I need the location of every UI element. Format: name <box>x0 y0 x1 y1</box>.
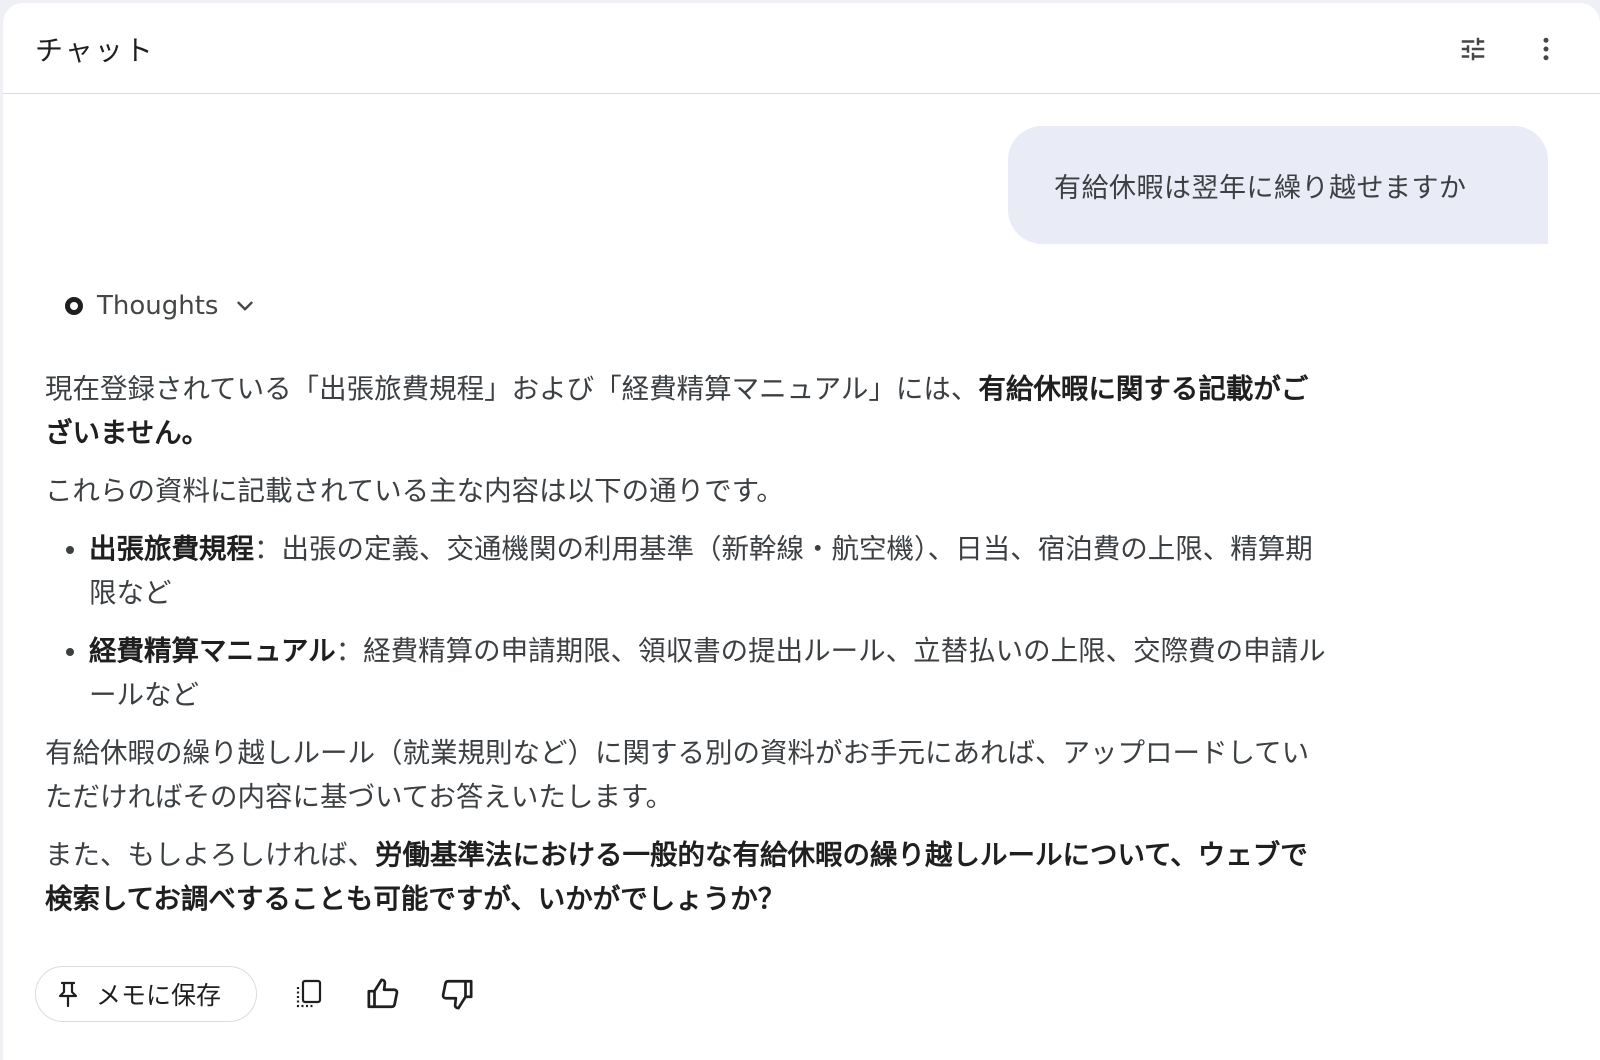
user-message-text: 有給休暇は翌年に繰り越せますか <box>1054 172 1467 204</box>
thumbs-up-button[interactable] <box>361 972 405 1016</box>
page-title: チャット <box>35 34 155 67</box>
response-text: また、もしよろしければ、 <box>45 839 375 871</box>
save-button-label: メモに保存 <box>96 981 222 1010</box>
thoughts-toggle[interactable]: Thoughts <box>65 286 258 326</box>
chat-header: チャット <box>3 3 1600 94</box>
response-text: 現在登録されている「出張旅費規程」および「経費精算マニュアル」には、 <box>45 373 979 405</box>
assistant-response: 現在登録されている「出張旅費規程」および「経費精算マニュアル」には、有給休暇に関… <box>45 367 1330 935</box>
more-options-button[interactable] <box>1524 27 1568 71</box>
thumb-down-icon <box>441 979 473 1010</box>
tune-icon <box>1461 37 1485 61</box>
list-item: 経費精算マニュアル：経費精算の申請期限、領収書の提出ルール、立替払いの上限、交際… <box>89 629 1330 717</box>
pin-icon <box>58 981 78 1008</box>
response-actions: メモに保存 <box>35 965 479 1023</box>
thumb-up-icon <box>367 978 399 1009</box>
response-paragraph: また、もしよろしければ、労働基準法における一般的な有給休暇の繰り越しルールについ… <box>45 833 1330 921</box>
save-to-notes-button[interactable]: メモに保存 <box>35 966 257 1022</box>
thumbs-down-button[interactable] <box>435 972 479 1016</box>
thoughts-dot-icon <box>65 297 83 315</box>
response-list: 出張旅費規程：出張の定義、交通機関の利用基準（新幹線・航空機）、日当、宿泊費の上… <box>45 527 1330 717</box>
response-paragraph: 現在登録されている「出張旅費規程」および「経費精算マニュアル」には、有給休暇に関… <box>45 367 1330 455</box>
more-vert-icon <box>1543 37 1549 61</box>
list-item-desc: ：出張の定義、交通機関の利用基準（新幹線・航空機）、日当、宿泊費の上限、精算期限… <box>89 533 1313 609</box>
tune-button[interactable] <box>1451 27 1495 71</box>
list-item-term: 経費精算マニュアル <box>89 635 336 667</box>
copy-button[interactable] <box>287 972 331 1016</box>
copy-icon <box>296 979 322 1008</box>
chevron-down-icon <box>237 301 254 311</box>
response-paragraph: 有給休暇の繰り越しルール（就業規則など）に関する別の資料がお手元にあれば、アップ… <box>45 737 1310 813</box>
list-item: 出張旅費規程：出張の定義、交通機関の利用基準（新幹線・航空機）、日当、宿泊費の上… <box>89 527 1330 615</box>
thoughts-label: Thoughts <box>97 291 219 321</box>
chat-panel: チャット 有給休暇は翌年に繰り越せますか Thoughts 現在登録されている「… <box>3 3 1600 1060</box>
user-message-bubble: 有給休暇は翌年に繰り越せますか <box>1008 126 1548 244</box>
list-item-term: 出張旅費規程 <box>89 533 254 565</box>
response-paragraph: これらの資料に記載されている主な内容は以下の通りです。 <box>45 475 784 507</box>
